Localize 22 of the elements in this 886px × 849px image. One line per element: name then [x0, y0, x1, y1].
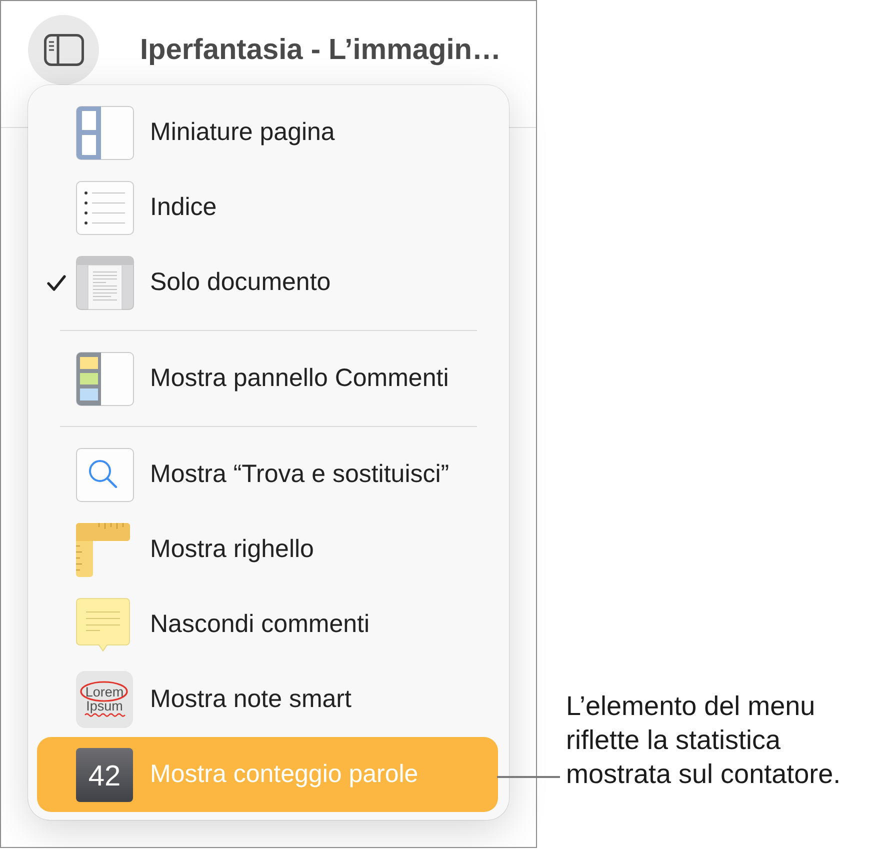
ruler-icon — [76, 522, 130, 576]
sidebar-icon — [44, 34, 84, 66]
menu-item[interactable]: Miniature pagina — [37, 95, 498, 170]
menu-item[interactable]: Indice — [37, 170, 498, 245]
document-title: Iperfantasia - L’immagin… — [140, 33, 501, 68]
comments-panel-icon — [76, 352, 134, 406]
callout-text: L’elemento del menu riflette la statistica mostrata sul contatore. — [566, 690, 842, 791]
menu-item[interactable]: Mostra “Trova e sostituisci” — [37, 437, 498, 512]
list-icon — [76, 180, 134, 234]
menu-item[interactable]: Solo documento — [37, 245, 498, 320]
sticky-note-icon — [76, 598, 130, 652]
page-thumbnails-icon — [76, 106, 134, 160]
menu-item[interactable]: 42 Mostra conteggio parole — [37, 737, 498, 812]
menu-item[interactable]: Nascondi commenti — [37, 587, 498, 662]
counter-icon: 42 — [76, 748, 133, 802]
leader-line — [497, 776, 560, 778]
menu-item[interactable]: Mostra righello — [37, 512, 498, 587]
circled-text-icon: Lorem Ipsum — [76, 671, 133, 728]
menu-item[interactable]: Lorem Ipsum Mostra note smart — [37, 662, 498, 737]
menu-item[interactable]: Mostra pannello Commenti — [37, 341, 498, 416]
search-icon — [76, 448, 134, 502]
document-icon — [76, 256, 134, 310]
